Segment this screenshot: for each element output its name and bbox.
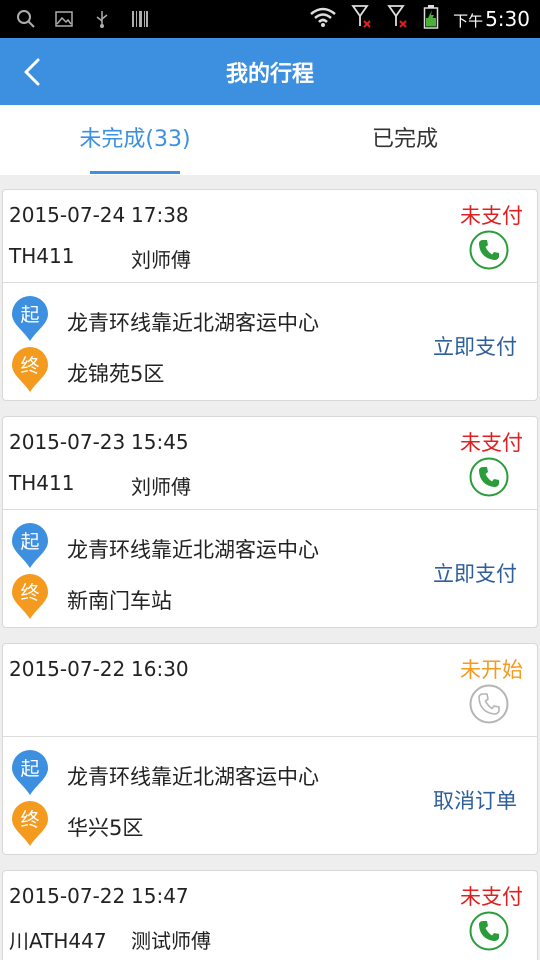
trip-header: 2015-07-22 15:47 川ATH447 测试师傅 未支付 — [3, 871, 537, 960]
notification-icons — [16, 8, 150, 30]
end-pin-icon: 终 — [11, 347, 49, 393]
end-pin-label: 终 — [20, 582, 40, 604]
trip-date: 2015-07-22 — [9, 657, 126, 681]
image-icon — [54, 9, 74, 29]
battery-icon — [423, 4, 439, 34]
trip-card[interactable]: 2015-07-24 17:38 TH411 刘师傅 未支付 起 龙青环线靠近北… — [2, 189, 538, 401]
trip-time: 16:30 — [131, 657, 189, 681]
start-pin-label: 起 — [20, 758, 40, 780]
tab-completed[interactable]: 已完成 — [270, 105, 540, 175]
search-icon — [16, 9, 36, 29]
end-address: 龙锦苑5区 — [67, 362, 165, 386]
start-pin-icon: 起 — [11, 750, 49, 796]
call-driver-button[interactable] — [469, 457, 509, 497]
vehicle-plate: 川ATH447 — [9, 929, 107, 953]
end-address: 华兴5区 — [67, 816, 144, 840]
trip-date: 2015-07-22 — [9, 884, 126, 908]
end-pin-label: 终 — [20, 355, 40, 377]
call-driver-button[interactable] — [469, 684, 509, 724]
trip-card[interactable]: 2015-07-22 15:47 川ATH447 测试师傅 未支付 — [2, 870, 538, 960]
end-pin-icon: 终 — [11, 801, 49, 847]
trip-date: 2015-07-23 — [9, 430, 126, 454]
trip-card[interactable]: 2015-07-23 15:45 TH411 刘师傅 未支付 起 龙青环线靠近北… — [2, 416, 538, 628]
title-bar: 我的行程 — [0, 38, 540, 105]
usb-icon — [92, 9, 112, 29]
call-driver-button[interactable] — [469, 230, 509, 270]
end-pin-icon: 终 — [11, 574, 49, 620]
trip-header: 2015-07-23 15:45 TH411 刘师傅 未支付 — [3, 417, 537, 510]
signal-sim2-icon — [387, 4, 409, 34]
start-pin-icon: 起 — [11, 296, 49, 342]
trip-route: 起 龙青环线靠近北湖客运中心 终 新南门车站 立即支付 — [3, 510, 537, 627]
trip-time: 15:47 — [131, 884, 189, 908]
phone-icon — [469, 911, 509, 951]
vehicle-plate: TH411 — [9, 244, 75, 268]
pay-now-button[interactable]: 立即支付 — [433, 558, 517, 588]
trip-status: 未支付 — [460, 204, 523, 228]
trip-route: 起 龙青环线靠近北湖客运中心 终 华兴5区 取消订单 — [3, 737, 537, 854]
page-title: 我的行程 — [225, 62, 314, 87]
signal-sim1-icon — [351, 4, 373, 34]
system-icons: 下午 5:30 — [309, 5, 530, 33]
tab-incomplete[interactable]: 未完成(33) — [0, 105, 270, 175]
trip-header: 2015-07-22 16:30 未开始 — [3, 644, 537, 737]
trip-status: 未支付 — [460, 431, 523, 455]
start-address: 龙青环线靠近北湖客运中心 — [67, 765, 319, 789]
clock-time: 5:30 — [485, 7, 530, 31]
barcode-icon — [130, 9, 150, 29]
start-address: 龙青环线靠近北湖客运中心 — [67, 311, 319, 335]
cancel-order-button[interactable]: 取消订单 — [433, 785, 517, 815]
tab-indicator — [90, 171, 180, 174]
vehicle-plate: TH411 — [9, 471, 75, 495]
trip-time: 17:38 — [131, 203, 189, 227]
status-bar: 下午 5:30 — [0, 0, 540, 38]
clock: 下午 5:30 — [453, 7, 530, 31]
start-address: 龙青环线靠近北湖客运中心 — [67, 538, 319, 562]
start-pin-label: 起 — [20, 304, 40, 326]
trip-status: 未开始 — [460, 658, 523, 682]
trip-date: 2015-07-24 — [9, 203, 126, 227]
trip-time: 15:45 — [131, 430, 189, 454]
phone-icon — [469, 230, 509, 270]
trip-header: 2015-07-24 17:38 TH411 刘师傅 未支付 — [3, 190, 537, 283]
end-address: 新南门车站 — [67, 589, 172, 613]
end-pin-label: 终 — [20, 809, 40, 831]
call-driver-button[interactable] — [469, 911, 509, 951]
driver-name: 刘师傅 — [131, 475, 191, 499]
phone-icon — [469, 457, 509, 497]
start-pin-icon: 起 — [11, 523, 49, 569]
wifi-icon — [309, 6, 337, 32]
trip-card[interactable]: 2015-07-22 16:30 未开始 起 龙青环线靠近北湖客运中心 终 华兴… — [2, 643, 538, 855]
start-pin-label: 起 — [20, 531, 40, 553]
trip-route: 起 龙青环线靠近北湖客运中心 终 龙锦苑5区 立即支付 — [3, 283, 537, 400]
pay-now-button[interactable]: 立即支付 — [433, 331, 517, 361]
phone-disabled-icon — [469, 684, 509, 724]
trip-status: 未支付 — [460, 885, 523, 909]
driver-name: 刘师傅 — [131, 248, 191, 272]
clock-period: 下午 — [453, 12, 484, 30]
tab-bar: 未完成(33) 已完成 — [0, 105, 540, 175]
driver-name: 测试师傅 — [131, 929, 211, 953]
